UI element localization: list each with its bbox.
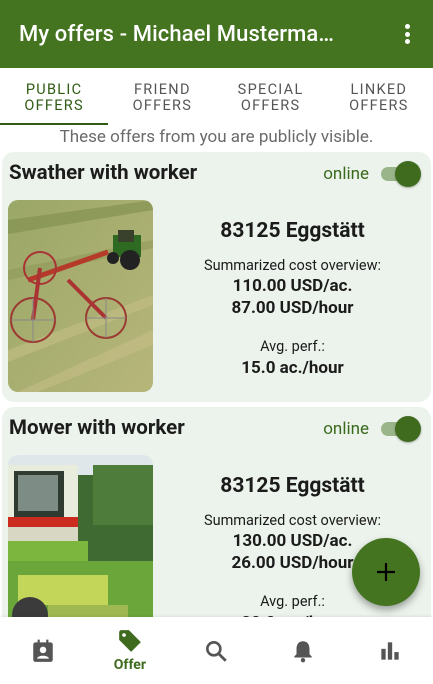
tab-label: Special offers <box>237 80 304 114</box>
menu-dot <box>404 24 410 29</box>
toggle-thumb <box>395 161 421 187</box>
nav-label: Offer <box>113 657 146 673</box>
cost-label: Summarized cost overview: <box>203 512 382 529</box>
tab-friend-offers[interactable]: Friend offers <box>108 68 216 125</box>
offer-card[interactable]: Swather with worker online 83125 Eggstät… <box>2 152 431 402</box>
offer-title: Swather with worker <box>9 161 198 185</box>
bell-icon <box>294 640 312 662</box>
offer-location: 83125 Eggstätt <box>220 474 365 498</box>
tab-special-offers[interactable]: Special offers <box>217 68 325 125</box>
tab-linked-offers[interactable]: Linked offers <box>325 68 433 125</box>
offer-status: online <box>323 419 369 439</box>
more-vert-icon[interactable] <box>395 22 419 46</box>
nav-offer[interactable]: Offer <box>87 617 174 684</box>
cost-per-area: 110.00 USD/ac. <box>232 276 353 296</box>
menu-dot <box>404 31 410 37</box>
online-toggle[interactable] <box>381 416 421 442</box>
search-icon <box>206 640 228 662</box>
contact-calendar-icon <box>33 639 54 662</box>
offer-status: online <box>323 164 369 184</box>
offer-tabs: Public offers Friend offers Special offe… <box>0 68 433 125</box>
swather-photo[interactable] <box>8 200 153 392</box>
offer-details: 83125 Eggstätt Summarized cost overview:… <box>154 200 431 378</box>
page-title: My offers - Michael Musterma… <box>19 21 334 47</box>
top-app-bar: My offers - Michael Musterma… <box>0 0 433 68</box>
tab-public-offers[interactable]: Public offers <box>0 68 109 125</box>
nav-search[interactable] <box>173 617 260 684</box>
performance-value: 15.0 ac./hour <box>241 358 344 378</box>
nav-statistics[interactable] <box>346 617 433 684</box>
tab-label: Public offers <box>24 80 84 114</box>
menu-dot <box>404 39 410 44</box>
online-toggle[interactable] <box>381 161 421 187</box>
tab-label: Linked offers <box>349 80 409 114</box>
tab-label: Friend offers <box>132 80 193 114</box>
cost-label: Summarized cost overview: <box>203 257 382 274</box>
bar-chart-icon <box>381 641 399 660</box>
tag-icon <box>119 630 141 652</box>
cost-per-hour: 87.00 USD/hour <box>231 298 354 318</box>
bottom-navigation: Offer <box>0 617 433 684</box>
offer-location: 83125 Eggstätt <box>220 219 365 243</box>
toggle-thumb <box>395 416 421 442</box>
nav-notifications[interactable] <box>260 617 347 684</box>
offer-title: Mower with worker <box>9 416 185 440</box>
nav-contacts[interactable] <box>0 617 87 684</box>
add-offer-button[interactable] <box>352 538 420 606</box>
visibility-note: These offers from you are publicly visib… <box>59 127 374 147</box>
performance-label: Avg. perf.: <box>260 338 325 355</box>
add-icon <box>377 563 395 581</box>
app-screen: My offers - Michael Musterma… Public off… <box>0 0 433 684</box>
swather-image <box>8 200 153 392</box>
